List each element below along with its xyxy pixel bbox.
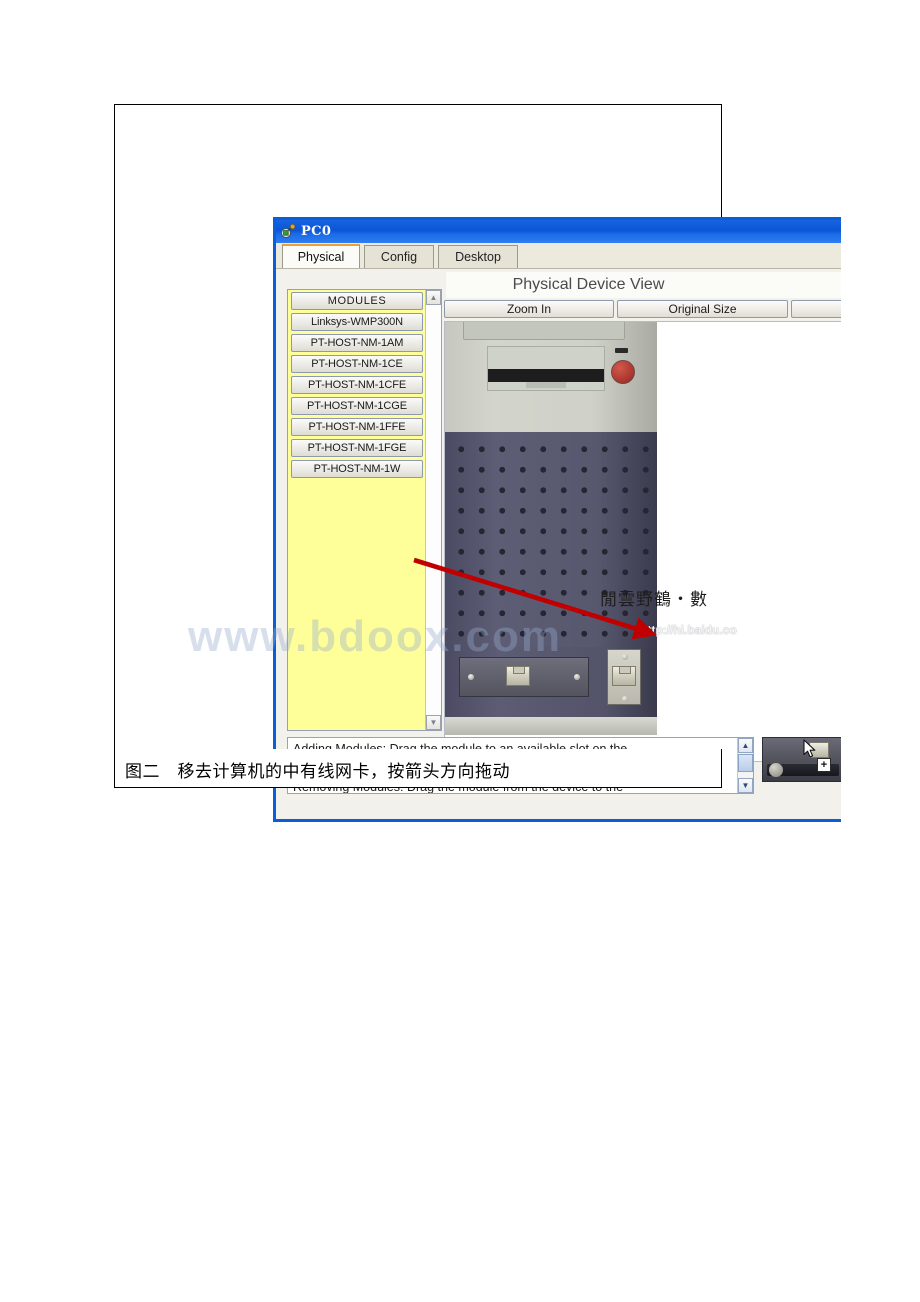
physical-tab-content: MODULES Linksys-WMP300N PT-HOST-NM-1AM P… [276,268,841,819]
zoom-in-button[interactable]: Zoom In [444,300,614,318]
pc-drive-slot [488,369,604,382]
packet-tracer-device-icon [280,223,296,240]
arrow-cursor-icon [803,739,817,759]
module-item-pt-host-nm-1ce[interactable]: PT-HOST-NM-1CE [291,355,423,373]
rj45-port-onboard[interactable] [612,666,636,686]
pc-drive-eject-button [526,382,566,388]
chevron-up-icon[interactable]: ▲ [426,290,441,305]
modules-header: MODULES [291,292,423,310]
pc-base-shadow [445,717,657,735]
chevron-up-icon[interactable]: ▲ [738,738,753,753]
module-item-pt-host-nm-1fge[interactable]: PT-HOST-NM-1FGE [291,439,423,457]
watermark-chinese: 閒雲野鶴・數 [600,590,708,610]
pc-upper-bay [463,322,625,340]
pc-activity-led [615,348,628,353]
module-item-pt-host-nm-1am[interactable]: PT-HOST-NM-1AM [291,334,423,352]
tab-physical[interactable]: Physical [282,244,360,268]
module-item-pt-host-nm-1ffe[interactable]: PT-HOST-NM-1FFE [291,418,423,436]
nic-screw-top [622,654,628,660]
module-item-linksys-wmp300n[interactable]: Linksys-WMP300N [291,313,423,331]
modules-list: MODULES Linksys-WMP300N PT-HOST-NM-1AM P… [288,290,426,730]
dragged-module-knob [769,763,783,777]
window-title: PC0 [301,224,332,239]
figure-caption-cell: 图二 移去计算机的中有线网卡，按箭头方向拖动 [114,749,722,788]
zoom-button-row: Zoom In Original Size Zoom Out [444,300,841,320]
tab-desktop[interactable]: Desktop [438,245,518,268]
module-item-pt-host-nm-1cge[interactable]: PT-HOST-NM-1CGE [291,397,423,415]
watermark-bdoox: www.bdoox.com [188,612,562,661]
watermark-url: http://hi.baidu.co [640,623,737,637]
figure-caption: 图二 移去计算机的中有线网卡，按箭头方向拖动 [125,762,510,782]
chevron-down-icon[interactable]: ▼ [426,715,441,730]
module-item-pt-host-nm-1cfe[interactable]: PT-HOST-NM-1CFE [291,376,423,394]
modules-scrollbar[interactable]: ▲ ▼ [425,290,441,730]
module-screw-left [468,674,474,680]
physical-device-view-title: Physical Device View [446,272,841,298]
pc-optical-drive [487,346,605,391]
pc-installed-module[interactable] [459,657,589,697]
zoom-out-button[interactable]: Zoom Out [791,300,841,318]
rj45-port-installed-module[interactable] [506,666,530,686]
drag-add-badge: + [817,758,831,772]
chevron-down-icon[interactable]: ▼ [738,778,753,793]
nic-screw-bottom [622,696,628,702]
modules-panel: MODULES Linksys-WMP300N PT-HOST-NM-1AM P… [287,289,442,731]
module-item-pt-host-nm-1w[interactable]: PT-HOST-NM-1W [291,460,423,478]
pc-power-button[interactable] [611,360,635,384]
device-canvas[interactable] [444,321,841,762]
pc-onboard-nic[interactable] [607,649,641,705]
original-size-button[interactable]: Original Size [617,300,788,318]
module-screw-right [574,674,580,680]
pc-front-panel [445,322,657,432]
window-titlebar: PC0 [276,220,841,243]
tab-config[interactable]: Config [364,245,434,268]
scrollbar-thumb[interactable] [738,754,753,772]
instructions-scrollbar[interactable]: ▲ ▼ [737,738,753,793]
document-figure-cell: PC0 Physical Config Desktop MODULES Link… [114,104,841,822]
device-config-window: PC0 Physical Config Desktop MODULES Link… [273,217,841,822]
tabstrip: Physical Config Desktop [276,243,841,268]
